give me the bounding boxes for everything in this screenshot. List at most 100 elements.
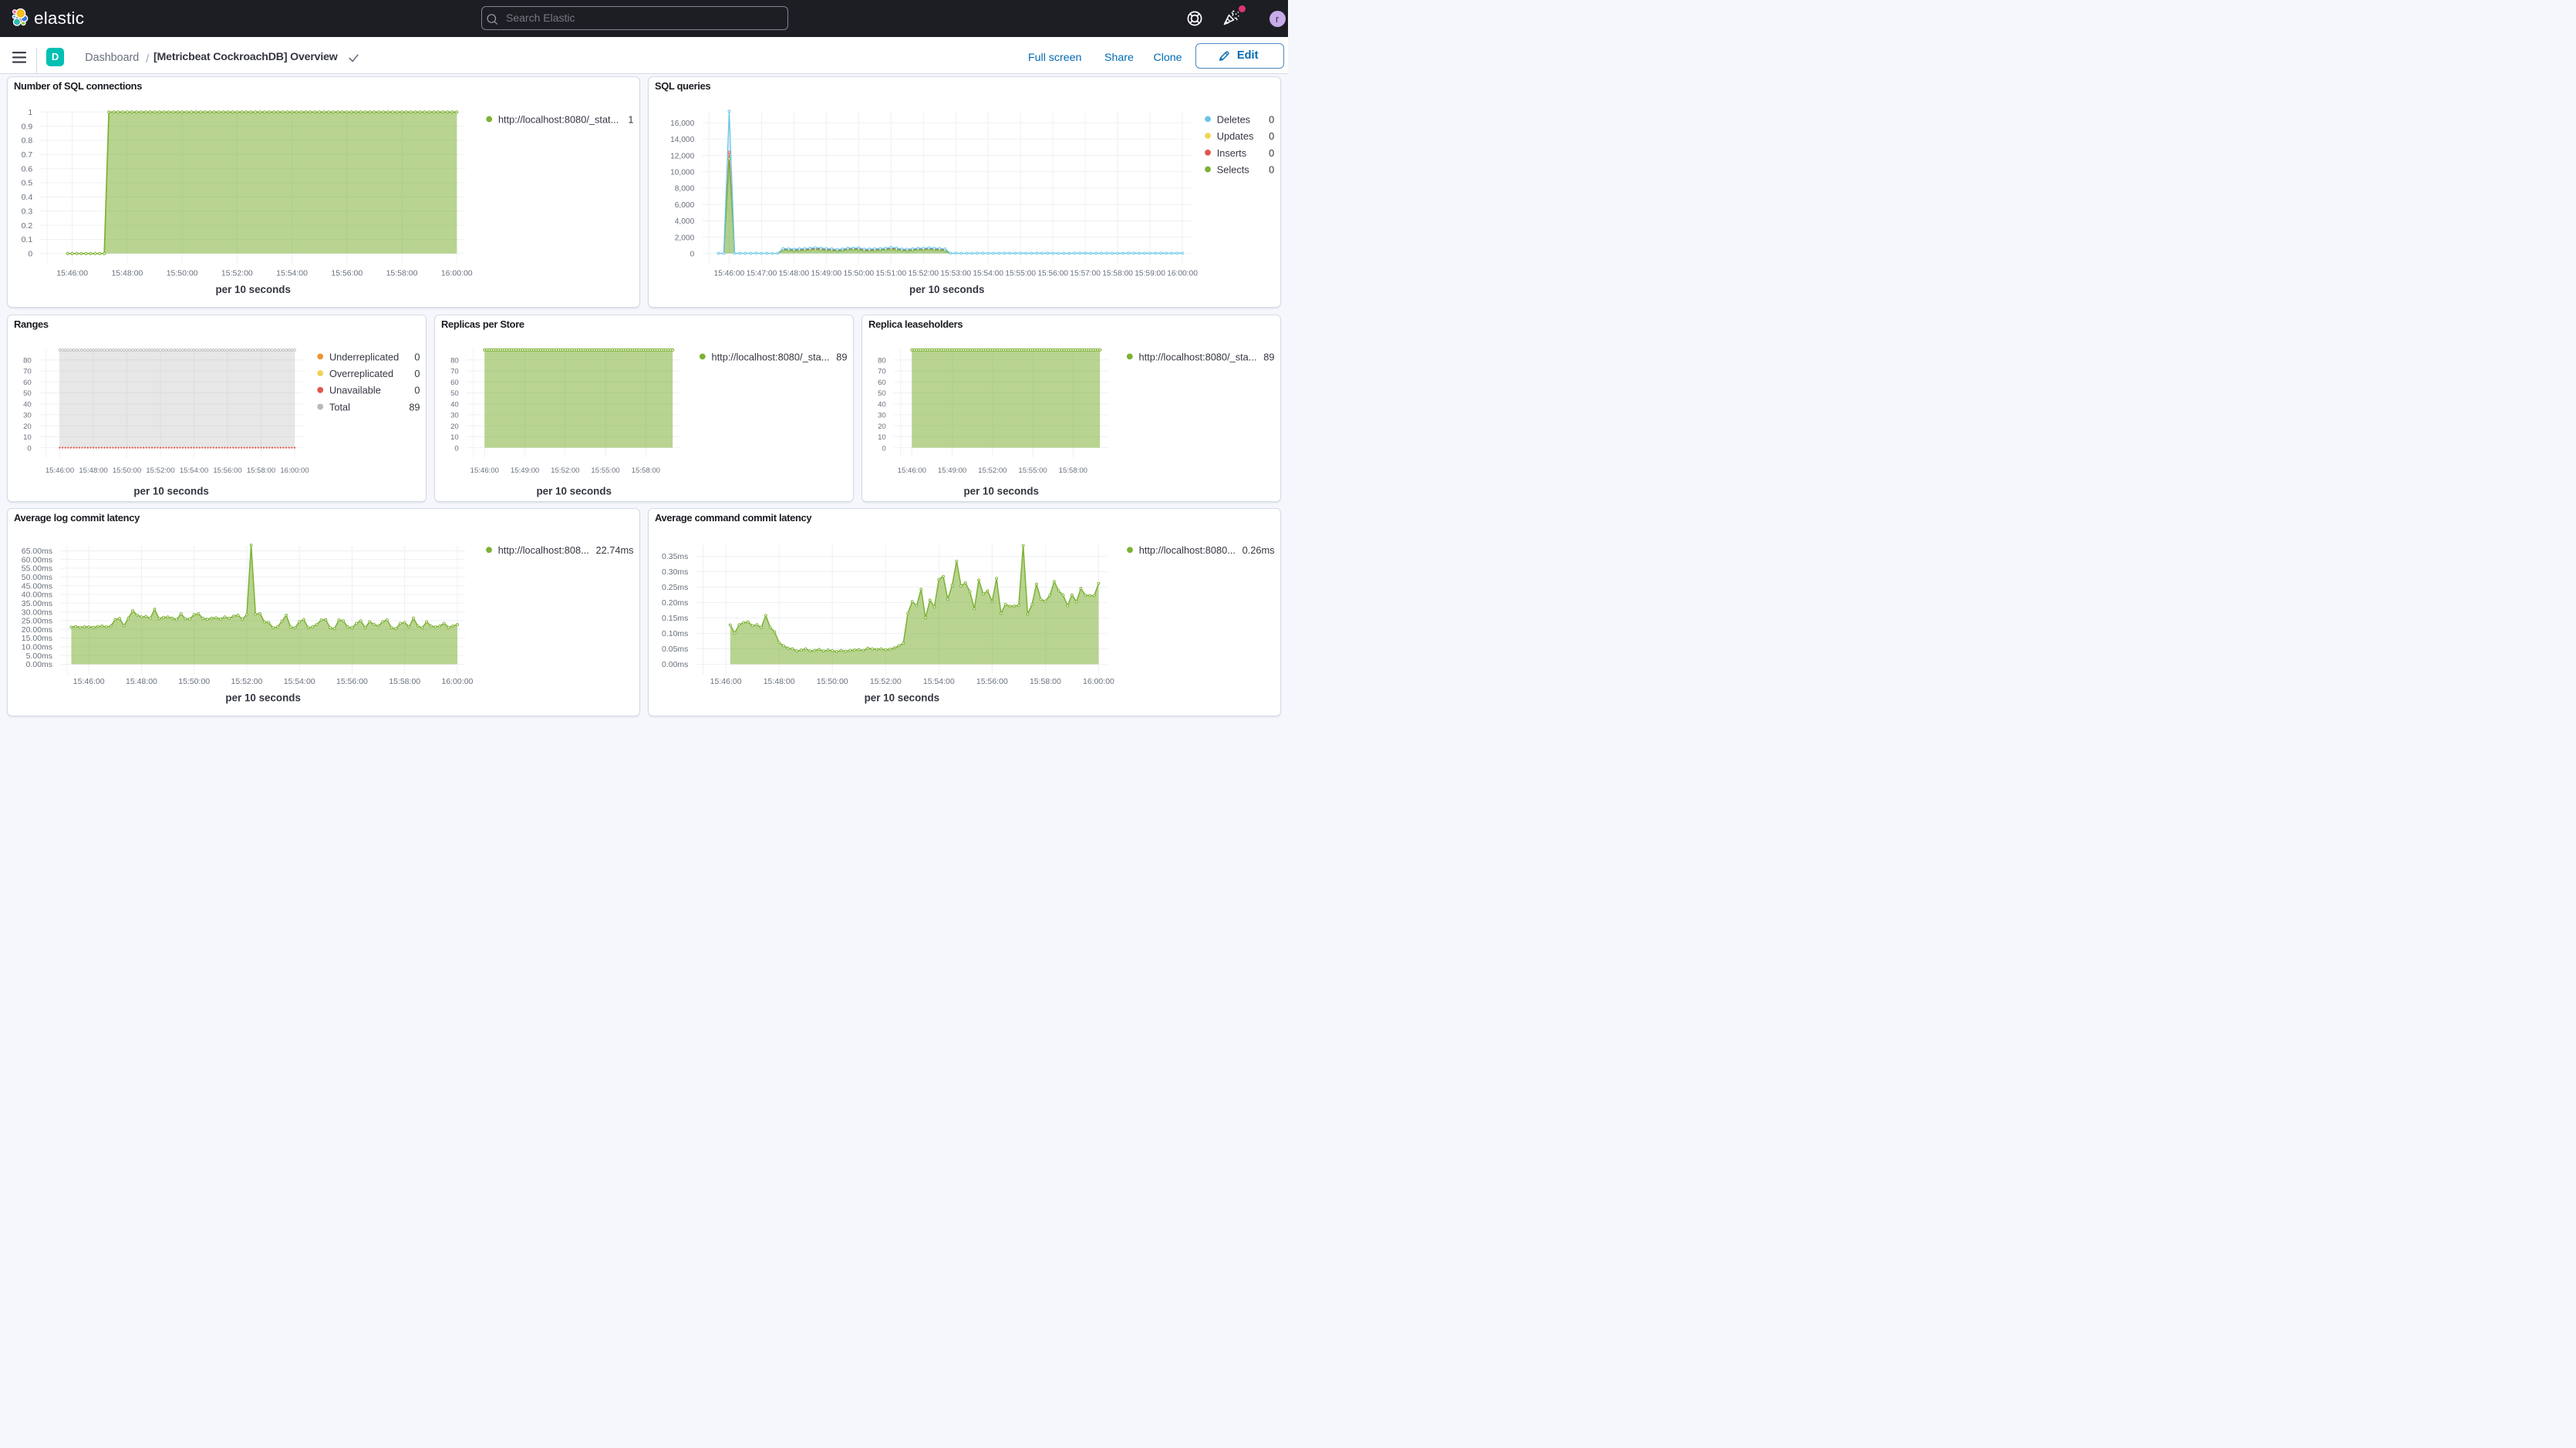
- svg-text:20: 20: [878, 423, 886, 431]
- svg-text:0.00ms: 0.00ms: [662, 660, 688, 669]
- svg-text:15:58:00: 15:58:00: [1030, 677, 1061, 686]
- svg-text:0.25ms: 0.25ms: [662, 583, 688, 592]
- svg-text:0: 0: [414, 351, 420, 362]
- svg-text:16:00:00: 16:00:00: [1083, 677, 1114, 686]
- svg-text:per 10 seconds: per 10 seconds: [215, 284, 290, 295]
- svg-text:Updates: Updates: [1216, 130, 1253, 142]
- svg-text:20: 20: [23, 423, 32, 431]
- svg-text:15:54:00: 15:54:00: [180, 466, 208, 475]
- svg-text:15:49:00: 15:49:00: [938, 466, 966, 475]
- svg-text:15:49:00: 15:49:00: [511, 466, 539, 475]
- svg-text:per 10 seconds: per 10 seconds: [536, 485, 612, 497]
- svg-text:Total: Total: [329, 401, 350, 413]
- svg-text:15:52:00: 15:52:00: [231, 677, 262, 686]
- svg-text:15:53:00: 15:53:00: [940, 270, 971, 278]
- svg-text:0: 0: [414, 384, 420, 396]
- svg-text:0.5: 0.5: [21, 180, 32, 188]
- svg-text:0: 0: [1269, 147, 1274, 159]
- svg-text:per 10 seconds: per 10 seconds: [963, 485, 1039, 497]
- svg-text:2,000: 2,000: [675, 234, 695, 243]
- svg-text:15:46:00: 15:46:00: [713, 270, 744, 278]
- svg-text:35.00ms: 35.00ms: [22, 599, 52, 608]
- svg-text:80: 80: [878, 356, 886, 365]
- svg-text:16:00:00: 16:00:00: [441, 677, 473, 686]
- svg-text:Average command commit latency: Average command commit latency: [655, 512, 812, 524]
- svg-text:15:48:00: 15:48:00: [778, 270, 809, 278]
- svg-text:30: 30: [878, 411, 886, 419]
- svg-text:15:46:00: 15:46:00: [897, 466, 926, 475]
- svg-text:15:54:00: 15:54:00: [923, 677, 955, 686]
- svg-text:15:52:00: 15:52:00: [908, 270, 939, 278]
- svg-text:12,000: 12,000: [670, 153, 694, 161]
- svg-text:per 10 seconds: per 10 seconds: [225, 692, 301, 703]
- svg-text:0: 0: [454, 444, 458, 453]
- svg-text:10: 10: [450, 433, 459, 442]
- svg-text:15:52:00: 15:52:00: [870, 677, 902, 686]
- svg-text:Ranges: Ranges: [14, 318, 49, 330]
- svg-text:15:51:00: 15:51:00: [875, 270, 906, 278]
- svg-text:16,000: 16,000: [670, 120, 694, 128]
- svg-text:Selects: Selects: [1216, 164, 1249, 176]
- svg-text:15:48:00: 15:48:00: [126, 677, 157, 686]
- svg-text:5.00ms: 5.00ms: [25, 652, 52, 661]
- svg-text:15:56:00: 15:56:00: [331, 270, 362, 278]
- svg-text:16:00:00: 16:00:00: [441, 270, 473, 278]
- svg-text:10: 10: [23, 433, 32, 442]
- svg-text:0.3: 0.3: [21, 208, 32, 217]
- svg-text:http://localhost:8080...: http://localhost:8080...: [1138, 544, 1235, 556]
- svg-text:0.05ms: 0.05ms: [662, 645, 688, 654]
- svg-text:6,000: 6,000: [675, 201, 695, 210]
- svg-text:0: 0: [882, 444, 885, 453]
- svg-text:http://localhost:8080/_stat...: http://localhost:8080/_stat...: [498, 114, 619, 126]
- svg-text:0.10ms: 0.10ms: [662, 629, 688, 638]
- svg-text:SQL queries: SQL queries: [655, 80, 710, 92]
- svg-text:50: 50: [878, 389, 886, 398]
- svg-text:15:57:00: 15:57:00: [1070, 270, 1101, 278]
- svg-text:10,000: 10,000: [670, 169, 694, 177]
- svg-text:0.7: 0.7: [21, 151, 32, 160]
- svg-text:60: 60: [450, 379, 459, 387]
- svg-text:14,000: 14,000: [670, 136, 694, 144]
- svg-text:20: 20: [450, 423, 459, 431]
- svg-text:Underreplicated: Underreplicated: [329, 351, 399, 362]
- svg-text:0: 0: [1269, 114, 1274, 126]
- svg-text:80: 80: [450, 356, 459, 365]
- svg-text:15:49:00: 15:49:00: [811, 270, 841, 278]
- svg-text:15:55:00: 15:55:00: [1018, 466, 1047, 475]
- svg-text:15:46:00: 15:46:00: [46, 466, 74, 475]
- svg-text:10.00ms: 10.00ms: [22, 643, 52, 652]
- svg-text:Replica leaseholders: Replica leaseholders: [868, 318, 963, 330]
- svg-text:15:47:00: 15:47:00: [746, 270, 777, 278]
- svg-text:Inserts: Inserts: [1216, 147, 1246, 159]
- svg-text:0: 0: [28, 251, 32, 259]
- svg-text:15:50:00: 15:50:00: [843, 270, 874, 278]
- svg-text:http://localhost:8080/_sta...: http://localhost:8080/_sta...: [711, 351, 829, 362]
- svg-text:15:46:00: 15:46:00: [73, 677, 105, 686]
- svg-text:0.8: 0.8: [21, 137, 32, 146]
- svg-text:15:54:00: 15:54:00: [284, 677, 315, 686]
- svg-text:15:59:00: 15:59:00: [1135, 270, 1165, 278]
- svg-text:15:46:00: 15:46:00: [710, 677, 741, 686]
- svg-text:15:52:00: 15:52:00: [146, 466, 174, 475]
- svg-text:Number of SQL connections: Number of SQL connections: [14, 80, 142, 92]
- svg-text:15:58:00: 15:58:00: [1058, 466, 1087, 475]
- svg-text:15:50:00: 15:50:00: [166, 270, 197, 278]
- svg-text:15.00ms: 15.00ms: [22, 634, 52, 643]
- svg-text:20.00ms: 20.00ms: [22, 625, 52, 635]
- svg-text:0: 0: [27, 444, 31, 453]
- svg-text:0.15ms: 0.15ms: [662, 614, 688, 623]
- svg-text:50: 50: [23, 389, 32, 398]
- svg-text:0.30ms: 0.30ms: [662, 567, 688, 577]
- svg-text:15:58:00: 15:58:00: [631, 466, 659, 475]
- svg-text:4,000: 4,000: [675, 217, 695, 226]
- svg-text:0: 0: [1269, 130, 1274, 142]
- svg-text:10: 10: [878, 433, 886, 442]
- svg-text:0.35ms: 0.35ms: [662, 552, 688, 561]
- svg-text:15:46:00: 15:46:00: [470, 466, 498, 475]
- svg-text:0: 0: [1269, 164, 1274, 176]
- svg-text:1: 1: [628, 114, 633, 126]
- svg-text:70: 70: [450, 367, 459, 375]
- svg-text:60.00ms: 60.00ms: [22, 555, 52, 564]
- svg-text:15:50:00: 15:50:00: [178, 677, 210, 686]
- svg-text:http://localhost:808...: http://localhost:808...: [497, 544, 588, 556]
